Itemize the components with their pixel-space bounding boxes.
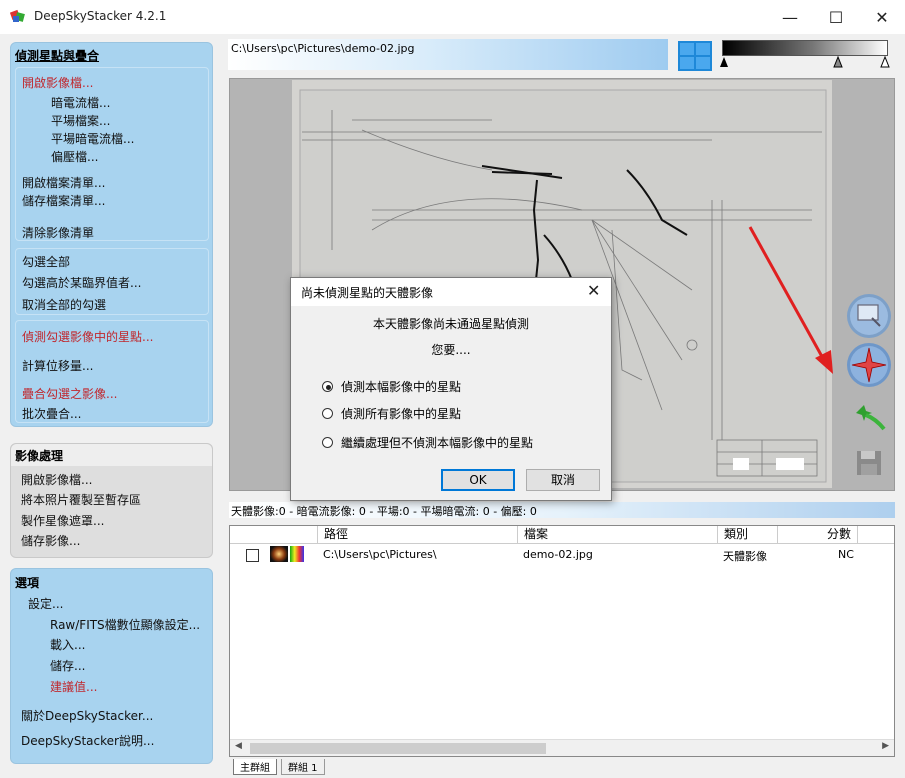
register-stack-panel: 偵測星點與疊合 開啟影像檔... 暗電流檔... 平場檔案... 平場暗電流檔.… <box>10 42 213 427</box>
panel-title: 偵測星點與疊合 <box>15 49 100 63</box>
open-images-link[interactable]: 開啟影像檔... <box>22 74 93 91</box>
check-group: 勾選全部 勾選高於某臨界值者... 取消全部的勾選 <box>15 248 209 315</box>
cancel-button[interactable]: 取消 <box>526 469 600 491</box>
row-type: 天體影像 <box>723 550 767 563</box>
horizontal-scrollbar[interactable]: ◀ ▶ <box>230 739 894 756</box>
copy-to-clipboard-link[interactable]: 將本照片覆製至暫存區 <box>21 491 141 508</box>
black-point-slider <box>720 57 728 67</box>
radio-icon[interactable] <box>322 437 333 448</box>
offset-files-link[interactable]: 偏壓檔... <box>51 148 98 165</box>
processing-panel: 影像處理 開啟影像檔... 將本照片覆製至暫存區 製作星像遮罩... 儲存影像.… <box>10 443 213 558</box>
dialog-title-bar: 尚未偵測星點的天體影像 ✕ <box>291 278 611 306</box>
save-file-list-link[interactable]: 儲存檔案清單... <box>22 192 105 209</box>
star-edit-icon[interactable] <box>846 342 892 388</box>
comet-edit-icon[interactable] <box>846 391 892 437</box>
path-bar: C:\Users\pc\Pictures\demo-02.jpg <box>228 39 668 70</box>
radio-selected-icon[interactable] <box>322 381 333 392</box>
tab-group-1[interactable]: 群組 1 <box>281 759 325 775</box>
row-score: NC <box>838 548 854 561</box>
recommended-settings-link[interactable]: 建議值... <box>50 678 97 695</box>
dark-files-link[interactable]: 暗電流檔... <box>51 94 110 111</box>
tab-main-group[interactable]: 主群組 <box>233 759 277 775</box>
close-icon[interactable]: ✕ <box>587 281 600 300</box>
gradient-sliders[interactable] <box>716 55 892 69</box>
about-link[interactable]: 關於DeepSkyStacker... <box>21 707 153 724</box>
radio-label: 繼續處理但不偵測本幅影像中的星點 <box>341 436 534 450</box>
histogram-gradient[interactable] <box>722 40 888 56</box>
scroll-left-icon[interactable]: ◀ <box>235 741 242 751</box>
maximize-button[interactable]: ☐ <box>813 0 859 34</box>
stack-checked-link[interactable]: 疊合勾選之影像... <box>22 385 117 402</box>
dialog-message: 本天體影像尚未通過星點偵測 <box>372 317 529 331</box>
dialog-title: 尚未偵測星點的天體影像 <box>301 286 434 300</box>
radio-register-all[interactable]: 偵測所有影像中的星點 <box>322 405 461 422</box>
light-frame-icon <box>270 546 288 562</box>
settings-link[interactable]: 設定... <box>28 595 63 612</box>
radio-icon[interactable] <box>322 408 333 419</box>
help-link[interactable]: DeepSkyStacker說明... <box>21 732 154 749</box>
dark-flat-files-link[interactable]: 平場暗電流檔... <box>51 130 134 147</box>
column-header-score[interactable]: 分數 <box>778 526 858 544</box>
check-all-link[interactable]: 勾選全部 <box>22 253 70 270</box>
save-settings-link[interactable]: 儲存... <box>50 657 85 674</box>
column-header-file[interactable]: 檔案 <box>518 526 718 544</box>
zoom-select-icon[interactable] <box>846 293 892 339</box>
load-settings-link[interactable]: 載入... <box>50 636 85 653</box>
row-checkbox[interactable] <box>246 549 259 562</box>
red-arrow-annotation <box>748 226 833 374</box>
row-path: C:\Users\pc\Pictures\ <box>323 548 437 561</box>
white-point-slider <box>880 55 890 68</box>
image-counts: 天體影像:0 - 暗電流影像: 0 - 平場:0 - 平場暗電流: 0 - 偏壓… <box>231 505 537 518</box>
create-starmask-link[interactable]: 製作星像遮罩... <box>21 512 104 529</box>
image-files-group: 開啟影像檔... 暗電流檔... 平場檔案... 平場暗電流檔... 偏壓檔..… <box>15 67 209 241</box>
image-count-bar: 天體影像:0 - 暗電流影像: 0 - 平場:0 - 平場暗電流: 0 - 偏壓… <box>229 502 895 518</box>
color-image-icon <box>290 546 304 562</box>
column-header-type[interactable]: 類別 <box>718 526 778 544</box>
unregistered-image-dialog: 尚未偵測星點的天體影像 ✕ 本天體影像尚未通過星點偵測 您要.... 偵測本幅影… <box>290 277 612 501</box>
mid-point-slider <box>833 55 843 68</box>
image-list[interactable]: 路徑 檔案 類別 分數 C:\Users\pc\Pictures\ demo-0… <box>229 525 895 757</box>
open-file-list-link[interactable]: 開啟檔案清單... <box>22 174 105 191</box>
check-above-link[interactable]: 勾選高於某臨界值者... <box>22 274 141 291</box>
scroll-right-icon[interactable]: ▶ <box>882 741 889 751</box>
column-header-spacer <box>858 526 894 544</box>
window-title: DeepSkyStacker 4.2.1 <box>34 9 167 23</box>
radio-label: 偵測本幅影像中的星點 <box>341 380 462 394</box>
compute-offsets-link[interactable]: 計算位移量... <box>22 357 93 374</box>
ok-button[interactable]: OK <box>441 469 515 491</box>
stacking-group: 偵測勾選影像中的星點... 計算位移量... 疊合勾選之影像... 批次疊合..… <box>15 320 209 423</box>
options-panel: 選項 設定... Raw/FITS檔數位顯像設定... 載入... 儲存... … <box>10 568 213 764</box>
open-image-link[interactable]: 開啟影像檔... <box>21 471 92 488</box>
four-corners-icon[interactable] <box>678 41 712 71</box>
radio-label: 偵測所有影像中的星點 <box>341 407 462 421</box>
close-window-button[interactable]: ✕ <box>859 0 905 34</box>
uncheck-all-link[interactable]: 取消全部的勾選 <box>22 296 106 313</box>
radio-continue-without[interactable]: 繼續處理但不偵測本幅影像中的星點 <box>322 434 533 451</box>
save-icon[interactable] <box>846 440 892 486</box>
batch-stacking-link[interactable]: 批次疊合... <box>22 405 81 422</box>
save-image-link[interactable]: 儲存影像... <box>21 532 80 549</box>
dialog-question: 您要.... <box>431 343 471 357</box>
current-image-path: C:\Users\pc\Pictures\demo-02.jpg <box>231 42 415 55</box>
clear-list-link[interactable]: 清除影像清單 <box>22 224 94 241</box>
flat-files-link[interactable]: 平場檔案... <box>51 112 110 129</box>
column-header-path[interactable]: 路徑 <box>318 526 518 544</box>
minimize-button[interactable]: — <box>767 0 813 34</box>
register-checked-link[interactable]: 偵測勾選影像中的星點... <box>22 328 153 345</box>
panel-title: 影像處理 <box>15 449 64 463</box>
app-icon <box>10 9 25 22</box>
panel-title: 選項 <box>15 576 40 590</box>
radio-register-this[interactable]: 偵測本幅影像中的星點 <box>322 378 461 395</box>
title-bar: DeepSkyStacker 4.2.1 — ☐ ✕ <box>0 0 905 34</box>
row-file: demo-02.jpg <box>523 548 593 561</box>
raw-fits-settings-link[interactable]: Raw/FITS檔數位顯像設定... <box>50 616 200 633</box>
column-header-check[interactable] <box>230 526 318 544</box>
scrollbar-thumb[interactable] <box>250 743 546 754</box>
